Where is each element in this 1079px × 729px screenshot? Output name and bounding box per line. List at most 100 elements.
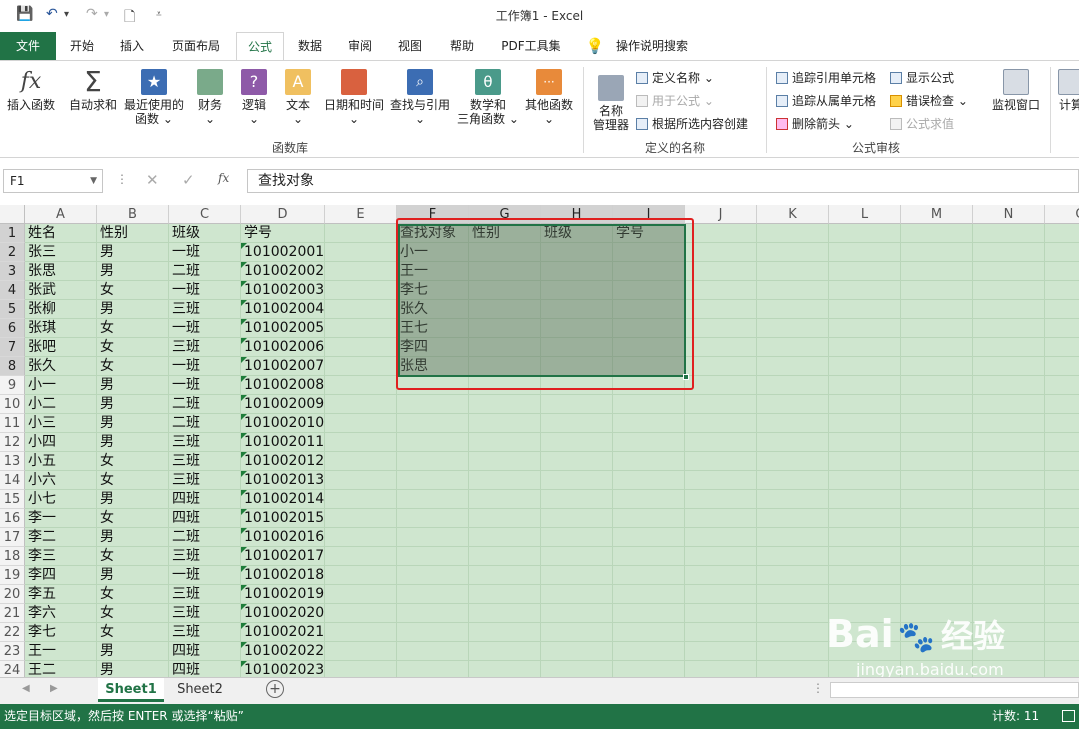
- cell-a23[interactable]: 王一: [25, 642, 97, 661]
- tab-formulas[interactable]: 公式: [236, 32, 284, 60]
- cell-b5[interactable]: 男: [97, 300, 169, 319]
- row-header[interactable]: 5: [0, 300, 25, 319]
- cell-d21[interactable]: 101002020: [241, 604, 325, 623]
- cell-c22[interactable]: 三班: [169, 623, 241, 642]
- cell-b22[interactable]: 女: [97, 623, 169, 642]
- text-button[interactable]: A 文本 ⌄: [280, 69, 316, 126]
- row-header[interactable]: 11: [0, 414, 25, 433]
- cell-a13[interactable]: 小五: [25, 452, 97, 471]
- cell-c5[interactable]: 三班: [169, 300, 241, 319]
- cell-c12[interactable]: 三班: [169, 433, 241, 452]
- cell-a1[interactable]: 姓名: [25, 224, 97, 243]
- cell-d19[interactable]: 101002018: [241, 566, 325, 585]
- cell-d13[interactable]: 101002012: [241, 452, 325, 471]
- recently-used-button[interactable]: ★ 最近使用的 函数 ⌄: [122, 69, 186, 126]
- add-sheet-icon[interactable]: +: [266, 680, 284, 698]
- cell-d12[interactable]: 101002011: [241, 433, 325, 452]
- normal-view-icon[interactable]: [1062, 710, 1075, 722]
- cell-a17[interactable]: 李二: [25, 528, 97, 547]
- tab-view[interactable]: 视图: [392, 32, 428, 60]
- cell-b20[interactable]: 女: [97, 585, 169, 604]
- datetime-button[interactable]: 日期和时间 ⌄: [322, 69, 386, 126]
- column-header-l[interactable]: L: [829, 205, 901, 224]
- column-header-e[interactable]: E: [325, 205, 397, 224]
- cell-b19[interactable]: 男: [97, 566, 169, 585]
- cell-c9[interactable]: 一班: [169, 376, 241, 395]
- cell-a10[interactable]: 小二: [25, 395, 97, 414]
- tab-file[interactable]: 文件: [0, 32, 56, 60]
- chevron-down-icon[interactable]: ▼: [90, 170, 97, 192]
- cell-c7[interactable]: 三班: [169, 338, 241, 357]
- cell-c3[interactable]: 二班: [169, 262, 241, 281]
- tell-me-search[interactable]: 操作说明搜索: [610, 32, 694, 60]
- row-header[interactable]: 2: [0, 243, 25, 262]
- cell-d1[interactable]: 学号: [241, 224, 325, 243]
- cell-a24[interactable]: 王二: [25, 661, 97, 677]
- cell-a18[interactable]: 李三: [25, 547, 97, 566]
- cell-d24[interactable]: 101002023: [241, 661, 325, 677]
- row-header[interactable]: 21: [0, 604, 25, 623]
- tab-pdf-tools[interactable]: PDF工具集: [494, 32, 568, 60]
- cell-d18[interactable]: 101002017: [241, 547, 325, 566]
- cell-b17[interactable]: 男: [97, 528, 169, 547]
- autosum-button[interactable]: Σ 自动求和: [64, 68, 122, 113]
- cell-b6[interactable]: 女: [97, 319, 169, 338]
- column-header-a[interactable]: A: [25, 205, 97, 224]
- use-in-formula-button[interactable]: 用于公式 ⌄: [636, 92, 714, 110]
- worksheet-grid[interactable]: ABCDEFGHIJKLMNO 1姓名性别班级学号查找对象性别班级学号2张三男一…: [0, 205, 1079, 677]
- cell-a11[interactable]: 小三: [25, 414, 97, 433]
- cell-b21[interactable]: 女: [97, 604, 169, 623]
- cell-d4[interactable]: 101002003: [241, 281, 325, 300]
- column-header-o[interactable]: O: [1045, 205, 1079, 224]
- row-header[interactable]: 4: [0, 281, 25, 300]
- column-header-k[interactable]: K: [757, 205, 829, 224]
- cell-c19[interactable]: 一班: [169, 566, 241, 585]
- row-header[interactable]: 8: [0, 357, 25, 376]
- math-trig-button[interactable]: θ 数学和 三角函数 ⌄: [456, 69, 520, 126]
- tab-review[interactable]: 审阅: [342, 32, 378, 60]
- column-header-b[interactable]: B: [97, 205, 169, 224]
- cell-a12[interactable]: 小四: [25, 433, 97, 452]
- cell-b24[interactable]: 男: [97, 661, 169, 677]
- trace-precedents-button[interactable]: 追踪引用单元格: [776, 69, 876, 87]
- financial-button[interactable]: 财务 ⌄: [190, 69, 230, 126]
- column-header-m[interactable]: M: [901, 205, 973, 224]
- select-all-corner[interactable]: [0, 205, 25, 224]
- tab-data[interactable]: 数据: [292, 32, 328, 60]
- cell-b7[interactable]: 女: [97, 338, 169, 357]
- row-header[interactable]: 13: [0, 452, 25, 471]
- evaluate-formula-button[interactable]: 公式求值: [890, 115, 954, 133]
- tab-insert[interactable]: 插入: [112, 32, 152, 60]
- name-manager-button[interactable]: 名称 管理器: [590, 75, 632, 132]
- horizontal-scrollbar[interactable]: [830, 682, 1079, 698]
- cell-a21[interactable]: 李六: [25, 604, 97, 623]
- cell-d10[interactable]: 101002009: [241, 395, 325, 414]
- row-header[interactable]: 6: [0, 319, 25, 338]
- error-checking-button[interactable]: 错误检查 ⌄: [890, 92, 968, 110]
- tab-home[interactable]: 开始: [62, 32, 102, 60]
- cell-d16[interactable]: 101002015: [241, 509, 325, 528]
- sheet-tab-sheet2[interactable]: Sheet2: [168, 678, 232, 702]
- row-header[interactable]: 16: [0, 509, 25, 528]
- row-header[interactable]: 3: [0, 262, 25, 281]
- row-header[interactable]: 12: [0, 433, 25, 452]
- cell-a3[interactable]: 张思: [25, 262, 97, 281]
- cell-a7[interactable]: 张吧: [25, 338, 97, 357]
- cell-d22[interactable]: 101002021: [241, 623, 325, 642]
- cell-c15[interactable]: 四班: [169, 490, 241, 509]
- lookup-reference-button[interactable]: ⌕ 查找与引用 ⌄: [388, 69, 452, 126]
- cell-c20[interactable]: 三班: [169, 585, 241, 604]
- cell-b10[interactable]: 男: [97, 395, 169, 414]
- cancel-icon[interactable]: ✕: [146, 171, 159, 189]
- cell-b23[interactable]: 男: [97, 642, 169, 661]
- cell-a4[interactable]: 张武: [25, 281, 97, 300]
- trace-dependents-button[interactable]: 追踪从属单元格: [776, 92, 876, 110]
- cell-c11[interactable]: 二班: [169, 414, 241, 433]
- cell-d8[interactable]: 101002007: [241, 357, 325, 376]
- row-header[interactable]: 15: [0, 490, 25, 509]
- cell-a5[interactable]: 张柳: [25, 300, 97, 319]
- cell-c8[interactable]: 一班: [169, 357, 241, 376]
- sheet-tab-sheet1[interactable]: Sheet1: [98, 678, 164, 702]
- row-header[interactable]: 1: [0, 224, 25, 243]
- cell-a16[interactable]: 李一: [25, 509, 97, 528]
